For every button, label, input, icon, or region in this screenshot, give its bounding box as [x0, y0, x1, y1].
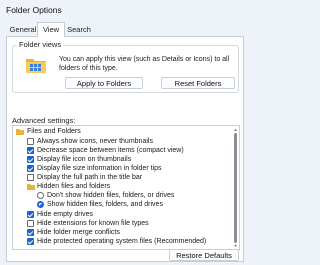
- reset-folders-button[interactable]: Reset Folders: [161, 77, 235, 89]
- tab-general[interactable]: General: [8, 24, 38, 36]
- radio-button[interactable]: [37, 192, 44, 199]
- group-label: Hidden files and folders: [37, 183, 111, 190]
- folder-views-label: Folder views: [17, 40, 64, 49]
- option-label: Display the full path in the title bar: [37, 174, 143, 181]
- scrollbar-thumb[interactable]: [234, 133, 237, 243]
- window-title: Folder Options: [6, 5, 62, 15]
- option-label: Hide protected operating system files (R…: [37, 238, 207, 245]
- option-label: Hide extensions for known file types: [37, 220, 149, 227]
- folder-views-description: You can apply this view (such as Details…: [59, 56, 230, 72]
- checkbox[interactable]: [27, 220, 34, 227]
- tab-view[interactable]: View: [37, 22, 65, 37]
- checkbox[interactable]: [27, 165, 34, 172]
- option-label: Hide empty drives: [37, 211, 94, 218]
- folder-icon: [27, 183, 35, 193]
- checkbox[interactable]: [27, 174, 34, 181]
- option-label: Show hidden files, folders, and drives: [47, 201, 163, 208]
- folder-icon: [16, 128, 24, 138]
- scroll-up-arrow-icon[interactable]: ▲: [233, 127, 238, 132]
- apply-to-folders-button[interactable]: Apply to Folders: [65, 77, 143, 89]
- checkbox[interactable]: [27, 138, 34, 145]
- option-label: Don't show hidden files, folders, or dri…: [47, 192, 175, 199]
- category-label: Files and Folders: [27, 128, 81, 135]
- checkbox[interactable]: [27, 238, 34, 245]
- folder-icon: [25, 56, 47, 76]
- vertical-scrollbar[interactable]: ▲ ▼: [233, 127, 238, 248]
- checkbox[interactable]: [27, 211, 34, 218]
- title-bar: Folder Options: [0, 0, 250, 20]
- checkbox[interactable]: [27, 156, 34, 163]
- option-label: Display file icon on thumbnails: [37, 156, 132, 163]
- option-label: Always show icons, never thumbnails: [37, 138, 153, 145]
- checkbox[interactable]: [27, 147, 34, 154]
- option-label: Decrease space between items (compact vi…: [37, 147, 184, 154]
- advanced-settings-label: Advanced settings:: [12, 116, 76, 125]
- folder-views-group: Folder views You can apply this view (su…: [12, 40, 239, 93]
- option-label: Display file size information in folder …: [37, 165, 162, 172]
- checkbox[interactable]: [27, 229, 34, 236]
- tab-search[interactable]: Search: [65, 24, 93, 36]
- option-label: Hide folder merge conflicts: [37, 229, 120, 236]
- radio-button[interactable]: [37, 201, 44, 208]
- restore-defaults-button[interactable]: Restore Defaults: [169, 249, 239, 261]
- advanced-settings-list[interactable]: Files and Folders Always show icons, nev…: [12, 125, 240, 250]
- scroll-down-arrow-icon[interactable]: ▼: [233, 243, 238, 248]
- view-tab-panel: Folder views You can apply this view (su…: [6, 36, 244, 262]
